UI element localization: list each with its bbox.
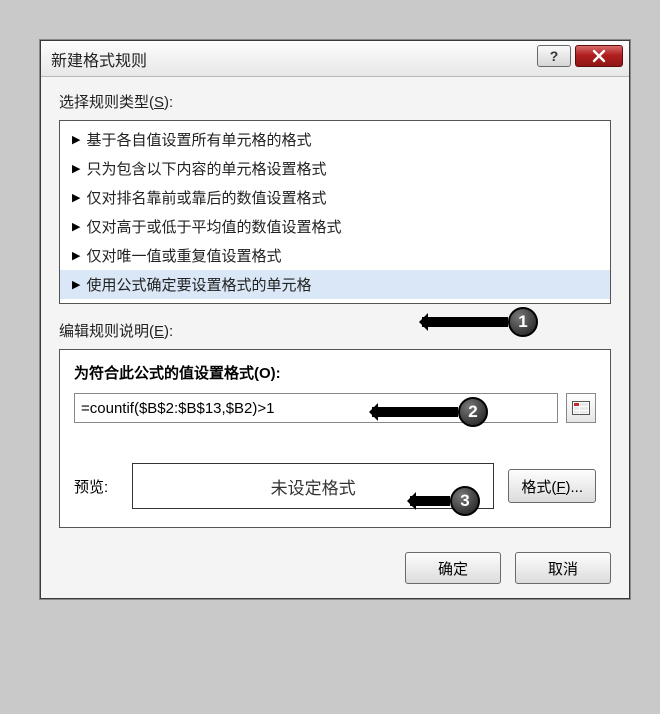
preview-label: 预览: (74, 476, 118, 497)
triangle-right-icon: ▶ (72, 249, 80, 262)
triangle-right-icon: ▶ (72, 133, 80, 146)
triangle-right-icon: ▶ (72, 278, 80, 291)
preview-row: 预览: 未设定格式 格式(F)... (74, 463, 596, 509)
formula-input[interactable] (74, 393, 558, 423)
close-button[interactable] (575, 45, 623, 67)
preview-box: 未设定格式 (132, 463, 494, 509)
dialog-content: 选择规则类型(S): ▶ 基于各自值设置所有单元格的格式 ▶ 只为包含以下内容的… (41, 77, 629, 542)
rule-type-item[interactable]: ▶ 仅对唯一值或重复值设置格式 (60, 241, 610, 270)
rule-type-item[interactable]: ▶ 只为包含以下内容的单元格设置格式 (60, 154, 610, 183)
dialog-title: 新建格式规则 (51, 47, 147, 71)
rule-type-item[interactable]: ▶ 基于各自值设置所有单元格的格式 (60, 125, 610, 154)
new-format-rule-dialog: 新建格式规则 ? 选择规则类型(S): ▶ 基于各自值设置所有单元格的格式 ▶ … (40, 40, 630, 599)
dialog-footer: 确定 取消 (41, 542, 629, 598)
titlebar-buttons: ? (537, 45, 623, 67)
titlebar[interactable]: 新建格式规则 ? (41, 41, 629, 77)
rule-type-item[interactable]: ▶ 仅对排名靠前或靠后的数值设置格式 (60, 183, 610, 212)
rule-type-list[interactable]: ▶ 基于各自值设置所有单元格的格式 ▶ 只为包含以下内容的单元格设置格式 ▶ 仅… (59, 120, 611, 304)
range-picker-button[interactable] (566, 393, 596, 423)
rule-type-item[interactable]: ▶ 仅对高于或低于平均值的数值设置格式 (60, 212, 610, 241)
select-rule-type-label: 选择规则类型(S): (59, 91, 611, 112)
close-icon (592, 49, 606, 63)
triangle-right-icon: ▶ (72, 162, 80, 175)
cancel-button[interactable]: 取消 (515, 552, 611, 584)
ok-button[interactable]: 确定 (405, 552, 501, 584)
triangle-right-icon: ▶ (72, 191, 80, 204)
edit-rule-box: 为符合此公式的值设置格式(O): (59, 349, 611, 528)
spreadsheet-icon (572, 401, 590, 415)
edit-rule-desc-label: 编辑规则说明(E): (59, 320, 611, 341)
format-button[interactable]: 格式(F)... (508, 469, 596, 503)
rule-type-item-selected[interactable]: ▶ 使用公式确定要设置格式的单元格 (60, 270, 610, 299)
triangle-right-icon: ▶ (72, 220, 80, 233)
help-button[interactable]: ? (537, 45, 571, 67)
formula-row: 2 (74, 393, 596, 423)
formula-format-label: 为符合此公式的值设置格式(O): (74, 362, 596, 383)
